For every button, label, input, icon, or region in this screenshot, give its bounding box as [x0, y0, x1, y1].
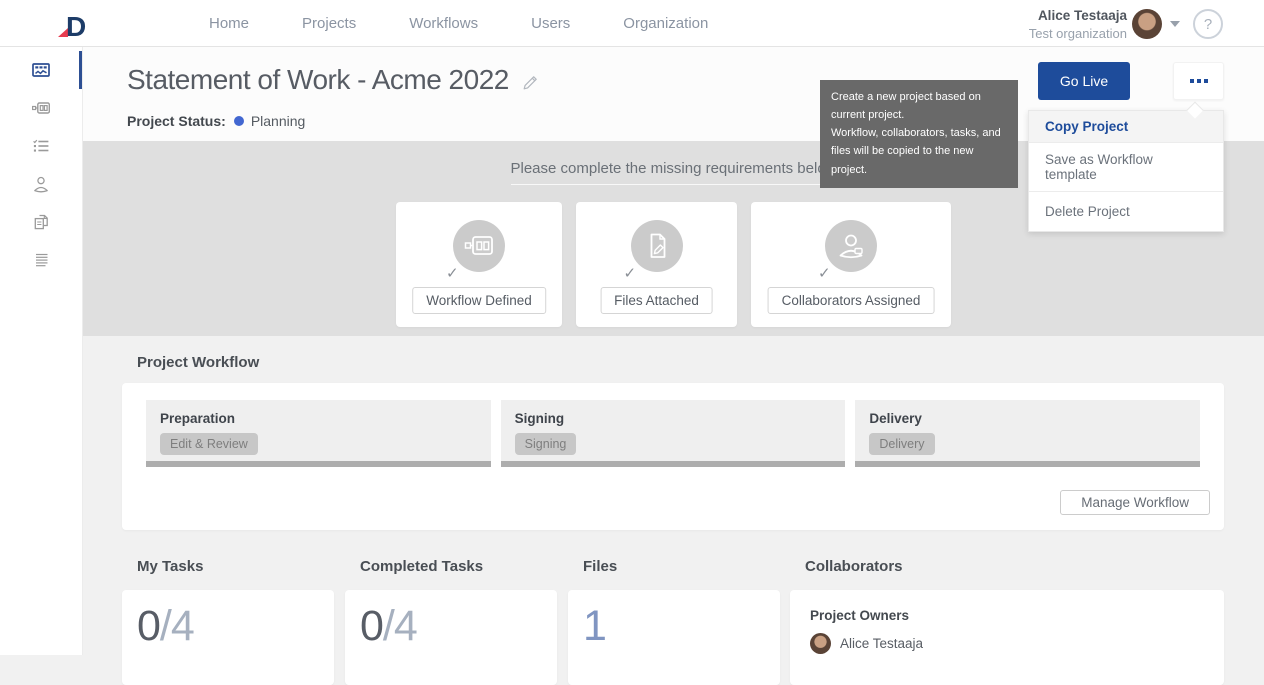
my-tasks-card[interactable]: 0/4 [122, 590, 334, 685]
project-owners-label: Project Owners [810, 608, 1204, 623]
user-name: Alice Testaaja [1029, 8, 1127, 24]
app-logo[interactable]: D [58, 7, 85, 41]
copy-project-tooltip: Create a new project based on current pr… [820, 80, 1018, 188]
phase-tag: Edit & Review [160, 433, 258, 455]
nav-users[interactable]: Users [531, 15, 570, 32]
files-attached-button[interactable]: Files Attached [600, 287, 713, 314]
sidebar-item-users[interactable] [0, 165, 82, 203]
manage-workflow-button[interactable]: Manage Workflow [1060, 490, 1210, 515]
requirement-card-workflow-defined: ✓ Workflow Defined [396, 202, 562, 327]
tooltip-line-2: Workflow, collaborators, tasks, and file… [831, 124, 1007, 178]
requirement-card-collaborators-assigned: ✓ Collaborators Assigned [751, 202, 951, 327]
tooltip-line-1: Create a new project based on current pr… [831, 88, 1007, 124]
completed-tasks-heading: Completed Tasks [360, 558, 483, 575]
user-info[interactable]: Alice Testaaja Test organization [1029, 8, 1127, 42]
check-icon: ✓ [446, 264, 459, 282]
status-dot [234, 116, 244, 126]
sidebar-item-tasks[interactable] [0, 127, 82, 165]
nav-projects[interactable]: Projects [302, 15, 356, 32]
help-icon[interactable]: ? [1193, 9, 1223, 39]
collaborator-name: Alice Testaaja [840, 636, 923, 651]
menu-item-delete-project[interactable]: Delete Project [1029, 191, 1223, 231]
nav-organization[interactable]: Organization [623, 15, 708, 32]
more-actions-button[interactable] [1173, 62, 1224, 100]
requirement-card-files-attached: ✓ Files Attached [576, 202, 737, 327]
nav-workflows[interactable]: Workflows [409, 15, 478, 32]
nav-home[interactable]: Home [209, 15, 249, 32]
project-actions-menu: Copy Project Save as Workflow template D… [1028, 110, 1224, 232]
go-live-button[interactable]: Go Live [1038, 62, 1130, 100]
activity-icon [31, 250, 51, 270]
user-avatar[interactable] [1132, 9, 1162, 39]
sidebar-item-overview[interactable] [0, 51, 82, 89]
project-status-value: Planning [251, 113, 306, 129]
workflow-defined-button[interactable]: Workflow Defined [412, 287, 546, 314]
project-workflow-heading: Project Workflow [137, 354, 259, 371]
phase-tag: Signing [515, 433, 577, 455]
check-icon: ✓ [624, 264, 637, 282]
collaborators-assigned-icon [825, 220, 877, 272]
left-sidebar [0, 47, 83, 655]
workflow-icon [31, 98, 51, 118]
workflow-phase-delivery[interactable]: Delivery Delivery [855, 400, 1200, 467]
check-icon: ✓ [818, 264, 831, 282]
collaborators-card: Project Owners Alice Testaaja [790, 590, 1224, 685]
my-tasks-heading: My Tasks [137, 558, 203, 575]
main-nav: Home Projects Workflows Users Organizati… [209, 0, 708, 47]
files-card[interactable]: 1 [568, 590, 780, 685]
user-organization: Test organization [1029, 26, 1127, 42]
completed-tasks-total: /4 [383, 602, 417, 650]
files-icon [31, 212, 51, 232]
overview-icon [31, 60, 51, 80]
logo-letter: D [66, 13, 85, 41]
sidebar-item-activity[interactable] [0, 241, 82, 279]
sidebar-item-workflow[interactable] [0, 89, 82, 127]
phase-title: Preparation [146, 400, 491, 426]
my-tasks-value: 0/4 [137, 602, 334, 651]
sidebar-item-files[interactable] [0, 203, 82, 241]
collaborator-avatar [810, 633, 831, 654]
files-heading: Files [583, 558, 617, 575]
stats-section: My Tasks 0/4 Completed Tasks 0/4 Files 1… [83, 530, 1264, 655]
top-nav-bar: D Home Projects Workflows Users Organiza… [0, 0, 1264, 47]
completed-tasks-card[interactable]: 0/4 [345, 590, 557, 685]
ellipsis-icon [1190, 79, 1208, 83]
collaborator-row[interactable]: Alice Testaaja [810, 633, 1204, 654]
phase-title: Signing [501, 400, 846, 426]
project-status-label: Project Status: [127, 113, 226, 129]
workflow-defined-icon [453, 220, 505, 272]
project-workflow-section: Project Workflow Preparation Edit & Revi… [83, 336, 1264, 530]
chevron-down-icon[interactable] [1170, 21, 1180, 27]
my-tasks-count: 0 [137, 602, 160, 650]
completed-tasks-count: 0 [360, 602, 383, 650]
workflow-phase-signing[interactable]: Signing Signing [501, 400, 846, 467]
page-title: Statement of Work - Acme 2022 [127, 64, 509, 96]
users-icon [31, 174, 51, 194]
edit-title-icon[interactable] [522, 74, 539, 91]
requirements-message: Please complete the missing requirements… [511, 160, 837, 185]
menu-item-save-as-workflow-template[interactable]: Save as Workflow template [1029, 142, 1223, 191]
tasks-icon [31, 136, 51, 156]
workflow-card: Preparation Edit & Review Signing Signin… [122, 383, 1224, 530]
files-value: 1 [583, 602, 780, 651]
workflow-phase-preparation[interactable]: Preparation Edit & Review [146, 400, 491, 467]
completed-tasks-value: 0/4 [360, 602, 557, 651]
my-tasks-total: /4 [160, 602, 194, 650]
phase-title: Delivery [855, 400, 1200, 426]
files-attached-icon [631, 220, 683, 272]
collaborators-assigned-button[interactable]: Collaborators Assigned [768, 287, 935, 314]
collaborators-heading: Collaborators [805, 558, 903, 575]
phase-tag: Delivery [869, 433, 934, 455]
